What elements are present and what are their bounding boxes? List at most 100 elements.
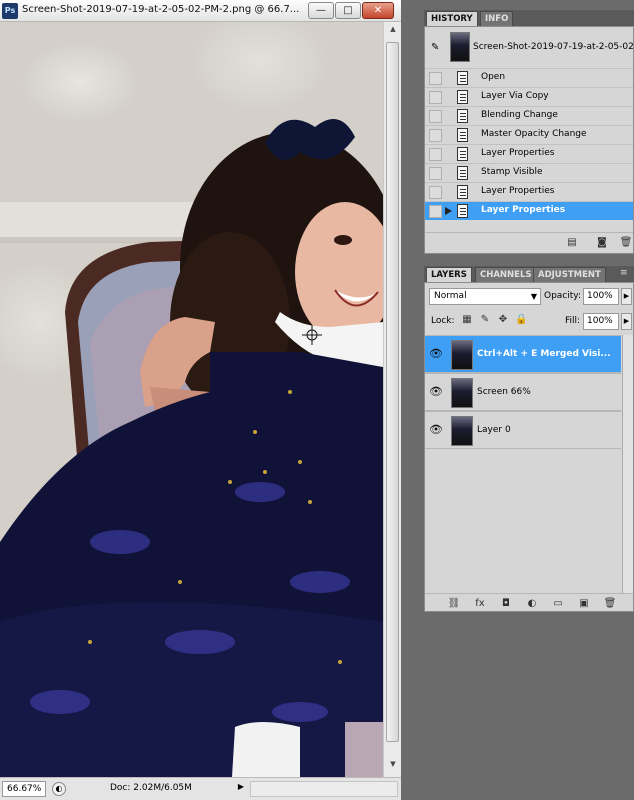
delete-layer-icon[interactable]: 🗑	[603, 598, 617, 611]
layer-name[interactable]: Layer 0	[477, 425, 511, 435]
history-step-label: Blending Change	[481, 110, 558, 120]
history-step-icon	[457, 109, 468, 123]
add-mask-icon[interactable]: ◘	[499, 598, 513, 611]
history-source-checkbox[interactable]	[429, 110, 442, 123]
layers-scrollbar[interactable]	[622, 335, 633, 593]
panels-dock: HISTORY INFO ✎ Screen-Shot-2019-07-19-at…	[424, 0, 634, 800]
history-step-label: Layer Properties	[481, 205, 566, 215]
lock-label: Lock:	[431, 316, 455, 326]
history-footer: ▤ ◙ 🗑	[425, 232, 633, 253]
adjustment-layer-icon[interactable]: ◐	[525, 598, 539, 611]
history-step[interactable]: Layer Via Copy	[425, 87, 633, 106]
fill-input[interactable]: 100%	[583, 313, 619, 330]
history-step[interactable]: Open	[425, 68, 633, 87]
history-step-label: Master Opacity Change	[481, 129, 587, 139]
minimize-button[interactable]: —	[308, 2, 334, 19]
status-menu-arrow-icon[interactable]: ▶	[235, 782, 247, 796]
history-step-label: Open	[481, 72, 506, 82]
history-step[interactable]: Layer Properties	[425, 201, 633, 220]
horizontal-scrollbar[interactable]	[250, 781, 398, 797]
history-step-label: Layer Properties	[481, 186, 555, 196]
fill-slider-arrow-icon[interactable]: ▶	[621, 313, 632, 330]
photoshop-icon: Ps	[2, 3, 18, 19]
tab-info[interactable]: INFO	[480, 11, 514, 26]
history-step[interactable]: Stamp Visible	[425, 163, 633, 182]
lock-position-icon[interactable]: ✥	[497, 314, 509, 326]
maximize-button[interactable]: □	[335, 2, 361, 19]
visibility-eye-icon[interactable]: 👁	[429, 423, 443, 437]
blend-mode-value: Normal	[434, 291, 467, 301]
history-step[interactable]: Blending Change	[425, 106, 633, 125]
tab-layers[interactable]: LAYERS	[426, 267, 472, 282]
history-panel-tabs: HISTORY INFO	[424, 10, 634, 26]
zoom-input[interactable]: 66.67%	[2, 781, 46, 797]
new-layer-icon[interactable]: ▣	[577, 598, 591, 611]
new-group-icon[interactable]: ▭	[551, 598, 565, 611]
history-step-icon	[457, 128, 468, 142]
document-size: Doc: 2.02M/6.05M	[110, 783, 192, 793]
layer-thumbnail	[451, 416, 473, 446]
current-state-marker-icon	[445, 207, 452, 215]
photo-content	[0, 119, 383, 777]
history-brush-icon[interactable]: ✎	[431, 42, 443, 54]
layer-style-icon[interactable]: fx	[473, 598, 487, 611]
document-window: Ps Screen-Shot-2019-07-19-at-2-05-02-PM-…	[0, 0, 401, 800]
history-snapshot[interactable]: ✎ Screen-Shot-2019-07-19-at-2-05-02-...	[425, 30, 634, 66]
layer-thumbnail	[451, 378, 473, 408]
opacity-label: Opacity:	[544, 291, 581, 301]
scroll-down-icon[interactable]: ▼	[387, 760, 399, 772]
vertical-scrollbar[interactable]: ▲ ▼	[383, 22, 401, 777]
history-step-icon	[457, 90, 468, 104]
layer-row[interactable]: 👁 Screen 66%	[425, 373, 621, 411]
history-source-checkbox[interactable]	[429, 167, 442, 180]
layers-panel: Normal ▼ Opacity: 100% ▶ Lock: ▦ ✎ ✥ 🔒 Fi…	[424, 282, 634, 612]
status-info-icon[interactable]: ◐	[52, 782, 66, 796]
layer-name[interactable]: Ctrl+Alt + E Merged Visi...	[477, 349, 611, 359]
visibility-eye-icon[interactable]: 👁	[429, 347, 443, 361]
history-source-checkbox[interactable]	[429, 148, 442, 161]
history-step-icon	[457, 147, 468, 161]
lock-all-icon[interactable]: 🔒	[515, 314, 527, 326]
lock-pixels-icon[interactable]: ✎	[479, 314, 491, 326]
layer-name[interactable]: Screen 66%	[477, 387, 531, 397]
layers-footer: ⛓ fx ◘ ◐ ▭ ▣ 🗑	[425, 593, 633, 612]
snapshot-thumbnail	[450, 32, 470, 62]
fill-label: Fill:	[565, 316, 581, 326]
history-step-icon	[457, 71, 468, 85]
snapshot-label: Screen-Shot-2019-07-19-at-2-05-02-...	[473, 42, 634, 52]
layer-row[interactable]: 👁 Layer 0	[425, 411, 621, 449]
history-step[interactable]: Layer Properties	[425, 182, 633, 201]
layer-thumbnail	[451, 340, 473, 370]
history-source-checkbox[interactable]	[429, 129, 442, 142]
tab-history[interactable]: HISTORY	[426, 11, 478, 26]
opacity-input[interactable]: 100%	[583, 288, 619, 305]
history-source-checkbox[interactable]	[429, 91, 442, 104]
panel-menu-icon[interactable]: ≡	[620, 268, 628, 278]
tab-channels[interactable]: CHANNELS	[475, 267, 537, 282]
close-button[interactable]: ✕	[362, 2, 394, 19]
document-title: Screen-Shot-2019-07-19-at-2-05-02-PM-2.p…	[22, 4, 300, 15]
scrollbar-thumb[interactable]	[386, 42, 399, 742]
new-snapshot-icon[interactable]: ◙	[595, 237, 609, 250]
chevron-down-icon: ▼	[530, 292, 537, 301]
scroll-up-icon[interactable]: ▲	[387, 25, 399, 37]
history-step-icon	[457, 185, 468, 199]
history-step[interactable]: Layer Properties	[425, 144, 633, 163]
history-source-checkbox[interactable]	[429, 186, 442, 199]
link-layers-icon[interactable]: ⛓	[447, 598, 461, 611]
blend-mode-select[interactable]: Normal ▼	[429, 288, 541, 305]
image-canvas[interactable]	[0, 22, 383, 777]
delete-state-icon[interactable]: 🗑	[619, 237, 633, 250]
layers-panel-tabs: LAYERS CHANNELS ADJUSTMENT ≡	[424, 266, 634, 282]
visibility-eye-icon[interactable]: 👁	[429, 385, 443, 399]
history-step[interactable]: Master Opacity Change	[425, 125, 633, 144]
history-source-checkbox[interactable]	[429, 205, 442, 218]
history-step-icon	[457, 204, 468, 218]
new-document-from-state-icon[interactable]: ▤	[565, 237, 579, 250]
lock-transparency-icon[interactable]: ▦	[461, 314, 473, 326]
opacity-slider-arrow-icon[interactable]: ▶	[621, 288, 632, 305]
document-titlebar[interactable]: Ps Screen-Shot-2019-07-19-at-2-05-02-PM-…	[0, 0, 401, 22]
layer-row[interactable]: 👁 Ctrl+Alt + E Merged Visi...	[425, 335, 621, 373]
history-source-checkbox[interactable]	[429, 72, 442, 85]
tab-adjustment[interactable]: ADJUSTMENT	[533, 267, 606, 282]
